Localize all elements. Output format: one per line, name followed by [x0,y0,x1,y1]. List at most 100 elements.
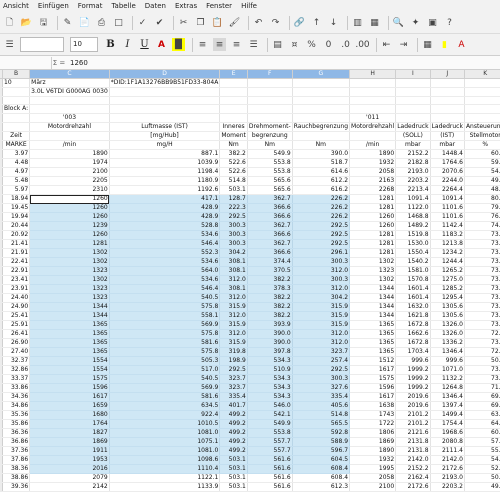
cell[interactable]: mbar [430,140,465,151]
cell[interactable]: 49.7 [464,482,500,492]
cell[interactable]: 514.8 [219,176,248,187]
cell[interactable]: 304.2 [219,248,248,259]
cell[interactable]: 542.1 [247,410,293,421]
column-header[interactable]: K [464,70,500,79]
cell[interactable] [2,87,31,97]
cell[interactable]: Ansteuerung [464,122,500,133]
cell[interactable]: Ladedruck [430,122,465,133]
cell[interactable]: 1968.6 [430,428,465,439]
font-name-box[interactable] [20,37,64,52]
cell[interactable]: 540.5 [109,293,221,304]
cell[interactable]: mbar [395,140,431,151]
cell[interactable]: 1554 [29,356,110,367]
cell[interactable]: 59.2 [464,158,500,169]
cell[interactable]: 1953 [29,455,110,466]
cell[interactable]: 1323 [29,293,110,304]
cell[interactable]: 1754.4 [430,419,465,430]
column-header[interactable]: H [349,70,397,79]
cell[interactable]: 1260 [29,194,110,205]
cell[interactable]: 128.7 [219,194,248,205]
print-icon[interactable]: ⎙ [95,16,108,29]
cell[interactable]: 1295.4 [430,293,465,304]
cell[interactable]: 2142.0 [430,455,465,466]
cell[interactable]: 1281 [349,194,397,205]
cell[interactable]: 546.4 [109,284,221,295]
cell[interactable]: 292.5 [292,365,351,376]
cell[interactable]: 393.9 [247,320,293,331]
cell[interactable]: 581.6 [109,392,221,403]
cell[interactable] [395,87,431,97]
cell[interactable] [292,131,351,142]
cell[interactable] [395,78,431,88]
percent-icon[interactable]: % [305,38,318,51]
cell[interactable]: 1323 [349,266,397,277]
cell[interactable]: 561.6 [247,464,293,475]
cell[interactable]: 308.1 [219,257,248,268]
cell[interactable]: 37.36 [2,446,31,457]
cell[interactable]: 382.2 [247,293,293,304]
function-wizard-icon[interactable]: Σ = [52,59,66,67]
cell[interactable] [219,113,248,124]
cell[interactable]: '003 [29,113,110,124]
cell[interactable]: 2100 [29,167,110,178]
preview-icon[interactable]: □ [112,16,125,29]
cell[interactable]: 3.0L V6TDI G000AG 0030 [29,87,110,97]
cell[interactable]: 23.41 [2,275,31,286]
align-left-icon[interactable]: ≡ [196,38,209,51]
cell[interactable]: 1302 [349,257,397,268]
cell[interactable]: 366.6 [247,212,293,223]
cell[interactable]: 10 [2,78,31,88]
cell[interactable]: 552.3 [109,248,221,259]
cell[interactable]: Rauchbegrenzung [292,122,351,133]
cell[interactable] [349,87,397,97]
cell[interactable] [292,113,351,124]
cell[interactable]: 1281 [29,239,110,250]
cell[interactable]: 38.36 [2,464,31,475]
cell[interactable]: (IST) [430,131,465,142]
cell[interactable] [109,96,221,106]
cell[interactable] [464,87,500,97]
cell[interactable]: 323.7 [219,374,248,385]
cell[interactable]: 76.1 [464,212,500,223]
save-icon[interactable]: 🖫 [37,16,50,29]
cell[interactable]: 366.6 [247,203,293,214]
cell[interactable]: 1302 [29,248,110,259]
cell[interactable]: 33.37 [2,374,31,385]
cell[interactable]: 312.0 [292,266,351,277]
cell[interactable]: 503.1 [219,455,248,466]
cell[interactable]: 616.2 [292,185,351,196]
cell[interactable]: 499.2 [219,446,248,457]
cell[interactable] [292,78,351,88]
cell[interactable]: 1101.6 [430,212,465,223]
cell[interactable]: 1213.8 [430,239,465,250]
cell[interactable]: 1601.4 [395,284,431,295]
cell[interactable]: 319.8 [219,347,248,358]
cell[interactable]: 315.9 [219,338,248,349]
cell[interactable]: 18.94 [2,194,31,205]
cell[interactable]: 382.2 [247,302,293,313]
cell[interactable]: 1596 [349,383,397,394]
cell[interactable]: 50.8 [464,473,500,484]
cell[interactable]: 2310 [29,185,110,196]
cell[interactable]: 1632.0 [395,302,431,313]
cell[interactable]: 33.86 [2,383,31,394]
cell[interactable]: 21.41 [2,239,31,250]
cell[interactable]: 2101.2 [395,419,431,430]
cell[interactable]: 308.1 [219,266,248,277]
cell[interactable]: 72.6 [464,347,500,358]
cell[interactable] [430,104,465,115]
cell[interactable]: 1722 [349,419,397,430]
cell[interactable]: 1260 [29,212,110,223]
cell[interactable]: Ladedruck [395,122,431,133]
styles-icon[interactable]: ☰ [3,38,16,51]
cell[interactable]: 2111.4 [430,446,465,457]
cell[interactable]: /min [29,140,110,151]
cell[interactable]: 1489.2 [395,221,431,232]
cell[interactable]: 503.1 [219,473,248,484]
cell[interactable]: 2080.8 [430,437,465,448]
cell[interactable]: 922.4 [109,410,221,421]
cell[interactable]: 1365 [29,329,110,340]
cell[interactable]: 1346.4 [430,347,465,358]
cell[interactable]: 612.3 [292,482,351,492]
cell[interactable]: 534.3 [247,356,293,367]
